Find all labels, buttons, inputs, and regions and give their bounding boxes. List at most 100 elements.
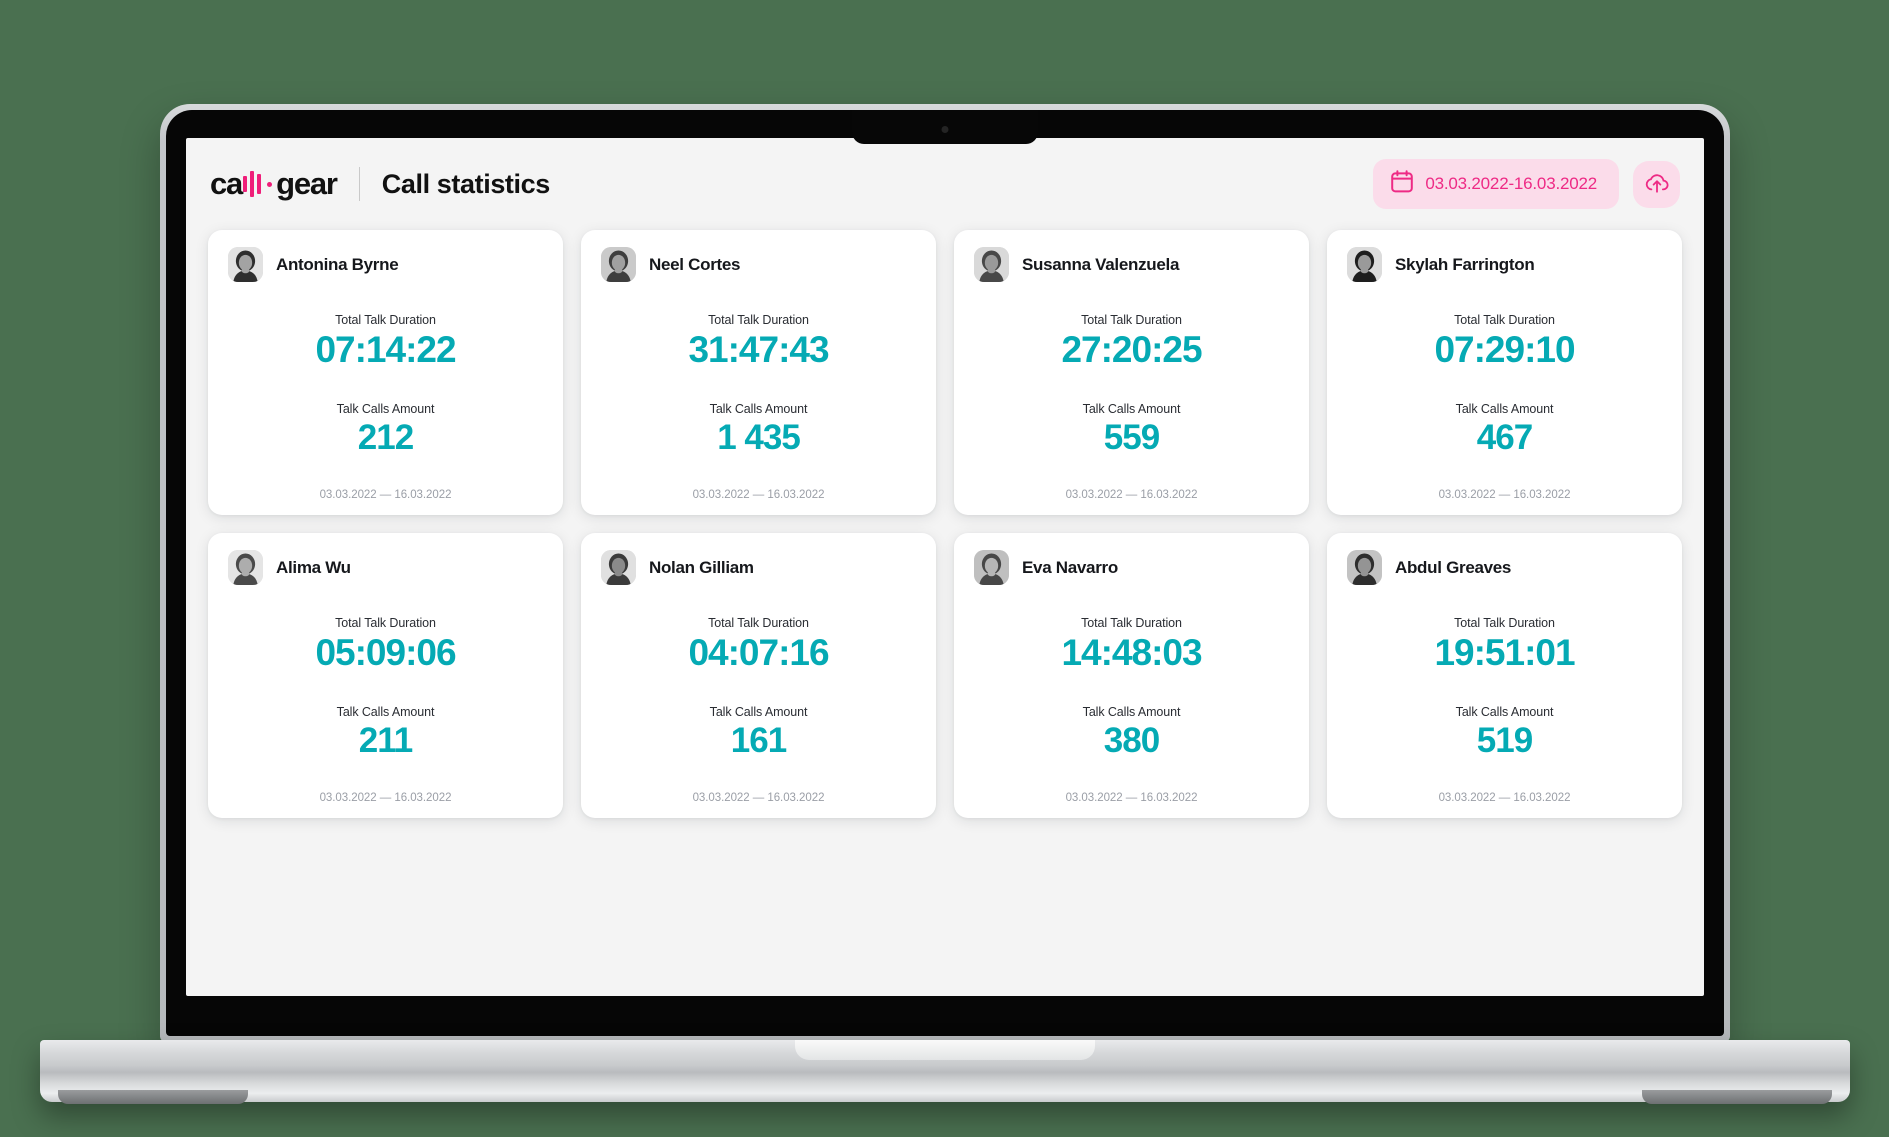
statistics-card[interactable]: Antonina Byrne Total Talk Duration 07:14:2… [208, 230, 563, 515]
metric-label: Total Talk Duration [1081, 616, 1182, 631]
card-metrics: Total Talk Duration 14:48:03 Talk Calls Am… [974, 585, 1289, 782]
avatar [601, 550, 636, 585]
statistics-card[interactable]: Susanna Valenzuela Total Talk Duration 27:… [954, 230, 1309, 515]
date-range-label: 03.03.2022-16.03.2022 [1425, 174, 1597, 193]
screen: ca gear Call statistics 03.03.2022-16.03… [186, 138, 1704, 996]
header-divider [358, 167, 360, 201]
laptop-foot-left [58, 1090, 248, 1104]
logo-text-right: gear [276, 166, 338, 201]
metric-label: Talk Calls Amount [1455, 704, 1554, 719]
statistics-card[interactable]: Eva Navarro Total Talk Duration 14:48:03 Ta… [954, 533, 1309, 818]
metric-value-duration: 14:48:03 [1061, 632, 1202, 674]
statistics-card[interactable]: Abdul Greaves Total Talk Duration 19:51:01… [1327, 533, 1682, 818]
card-period: 03.03.2022 — 16.03.2022 [1065, 792, 1198, 804]
callgear-bars-logo-icon [243, 170, 262, 198]
metric-value-calls: 467 [1476, 417, 1533, 457]
metric-talk-calls-amount: Talk Calls Amount 467 [1456, 402, 1554, 458]
laptop-mockup: ca gear Call statistics 03.03.2022-16.03… [0, 0, 1889, 1137]
metric-value-calls: 212 [357, 417, 414, 457]
statistics-card[interactable]: Alima Wu Total Talk Duration 05:09:06 Talk … [208, 533, 563, 818]
metric-value-calls: 380 [1103, 720, 1160, 760]
card-metrics: Total Talk Duration 07:29:10 Talk Calls Am… [1347, 282, 1662, 479]
statistics-card[interactable]: Nolan Gilliam Total Talk Duration 04:07:16… [581, 533, 936, 818]
metric-label: Total Talk Duration [708, 616, 809, 631]
card-period: 03.03.2022 — 16.03.2022 [692, 489, 825, 501]
metric-label: Talk Calls Amount [336, 704, 435, 719]
metric-label: Talk Calls Amount [709, 704, 808, 719]
statistics-card[interactable]: Skylah Farrington Total Talk Duration 07:2… [1327, 230, 1682, 515]
agent-name: Susanna Valenzuela [1022, 254, 1180, 274]
app-window: ca gear Call statistics 03.03.2022-16.03… [186, 138, 1704, 996]
date-range-picker[interactable]: 03.03.2022-16.03.2022 [1373, 159, 1619, 209]
metric-total-talk-duration: Total Talk Duration 31:47:43 [688, 313, 829, 372]
metric-talk-calls-amount: Talk Calls Amount 559 [1083, 402, 1181, 458]
metric-label: Total Talk Duration [335, 616, 436, 631]
metric-value-calls: 211 [358, 720, 413, 760]
statistics-card-grid: Antonina Byrne Total Talk Duration 07:14:2… [206, 230, 1684, 996]
metric-label: Total Talk Duration [1454, 313, 1555, 328]
card-metrics: Total Talk Duration 05:09:06 Talk Calls Am… [228, 585, 543, 782]
metric-talk-calls-amount: Talk Calls Amount 519 [1456, 705, 1554, 761]
agent-name: Abdul Greaves [1395, 557, 1512, 577]
metric-value-duration: 07:14:22 [315, 329, 456, 371]
webcam-icon [941, 126, 949, 133]
app-header: ca gear Call statistics 03.03.2022-16.03… [206, 138, 1684, 230]
metric-label: Total Talk Duration [1081, 313, 1182, 328]
metric-value-duration: 07:29:10 [1434, 329, 1575, 371]
card-metrics: Total Talk Duration 19:51:01 Talk Calls Am… [1347, 585, 1662, 782]
agent-name: Skylah Farrington [1395, 254, 1535, 274]
metric-total-talk-duration: Total Talk Duration 27:20:25 [1061, 313, 1202, 372]
card-period: 03.03.2022 — 16.03.2022 [1065, 489, 1198, 501]
card-period: 03.03.2022 — 16.03.2022 [1438, 489, 1571, 501]
metric-total-talk-duration: Total Talk Duration 04:07:16 [688, 616, 829, 675]
laptop-bezel: ca gear Call statistics 03.03.2022-16.03… [166, 110, 1724, 1036]
card-header: Antonina Byrne [228, 247, 543, 282]
page-title: Call statistics [381, 168, 550, 199]
metric-total-talk-duration: Total Talk Duration 05:09:06 [315, 616, 456, 675]
laptop-foot-right [1642, 1090, 1832, 1104]
metric-talk-calls-amount: Talk Calls Amount 1 435 [710, 402, 808, 458]
metric-total-talk-duration: Total Talk Duration 07:14:22 [315, 313, 456, 372]
avatar [228, 550, 263, 585]
metric-total-talk-duration: Total Talk Duration 07:29:10 [1434, 313, 1575, 372]
laptop-base-notch [795, 1040, 1095, 1060]
card-header: Eva Navarro [974, 550, 1289, 585]
metric-label: Talk Calls Amount [1082, 401, 1181, 416]
metric-value-calls: 559 [1103, 417, 1160, 457]
card-header: Neel Cortes [601, 247, 916, 282]
laptop-base [40, 1040, 1850, 1104]
avatar [228, 247, 263, 282]
metric-value-duration: 19:51:01 [1434, 632, 1575, 674]
metric-total-talk-duration: Total Talk Duration 14:48:03 [1061, 616, 1202, 675]
avatar [974, 247, 1009, 282]
metric-label: Talk Calls Amount [1455, 401, 1554, 416]
card-period: 03.03.2022 — 16.03.2022 [692, 792, 825, 804]
metric-talk-calls-amount: Talk Calls Amount 212 [337, 402, 435, 458]
metric-value-calls: 519 [1476, 720, 1533, 760]
card-header: Nolan Gilliam [601, 550, 916, 585]
statistics-card[interactable]: Neel Cortes Total Talk Duration 31:47:43 Ta… [581, 230, 936, 515]
card-metrics: Total Talk Duration 07:14:22 Talk Calls Am… [228, 282, 543, 479]
card-header: Susanna Valenzuela [974, 247, 1289, 282]
brand[interactable]: ca gear Call statistics [210, 166, 550, 202]
header-actions: 03.03.2022-16.03.2022 [1373, 159, 1680, 209]
metric-value-duration: 05:09:06 [315, 632, 456, 674]
card-metrics: Total Talk Duration 31:47:43 Talk Calls Am… [601, 282, 916, 479]
agent-name: Eva Navarro [1022, 557, 1118, 577]
logo-text-left: ca [210, 166, 243, 201]
metric-label: Talk Calls Amount [1082, 704, 1181, 719]
metric-label: Talk Calls Amount [336, 401, 435, 416]
metric-value-duration: 31:47:43 [688, 329, 829, 371]
callgear-logo[interactable]: ca gear [210, 166, 338, 202]
laptop-notch [852, 110, 1038, 144]
agent-name: Antonina Byrne [276, 254, 399, 274]
laptop-lid: ca gear Call statistics 03.03.2022-16.03… [160, 104, 1730, 1042]
export-button[interactable] [1633, 160, 1680, 208]
metric-value-calls: 1 435 [717, 417, 801, 457]
avatar [1347, 550, 1382, 585]
metric-label: Total Talk Duration [1454, 616, 1555, 631]
cloud-upload-icon [1644, 170, 1670, 199]
calendar-icon [1391, 170, 1414, 198]
card-header: Alima Wu [228, 550, 543, 585]
agent-name: Alima Wu [276, 557, 351, 577]
